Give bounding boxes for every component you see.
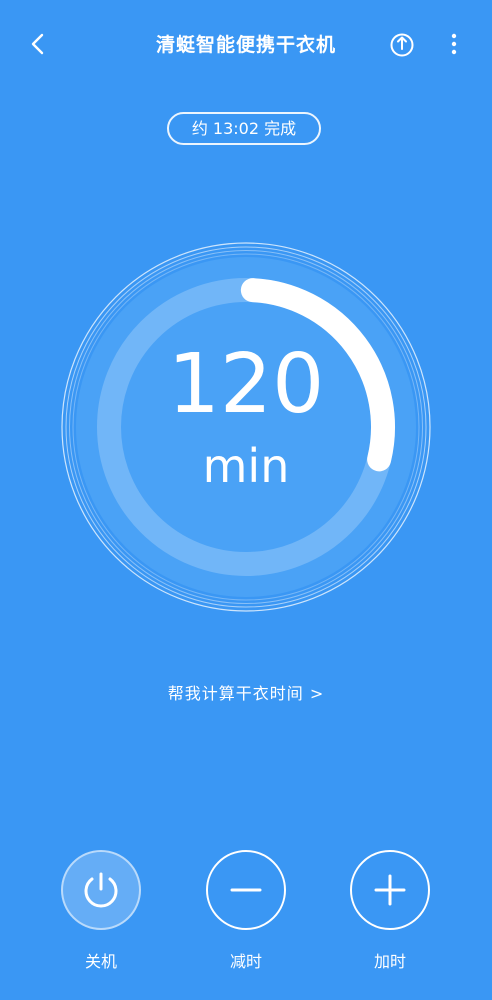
time-remaining-value: 120 xyxy=(167,337,325,432)
calculate-drying-time-link[interactable]: 帮我计算干衣时间 > xyxy=(0,680,492,704)
more-button[interactable] xyxy=(440,30,468,58)
share-button[interactable] xyxy=(388,30,416,58)
increase-time-button[interactable] xyxy=(350,850,430,930)
page-title: 清蜓智能便携干衣机 xyxy=(155,34,336,56)
power-icon xyxy=(84,872,118,908)
eta-badge: 约 13:02 完成 xyxy=(167,112,321,145)
plus-icon xyxy=(374,874,406,906)
power-off-label: 关机 xyxy=(84,952,117,971)
decrease-time-label: 减时 xyxy=(229,952,262,971)
minus-icon xyxy=(230,888,262,892)
decrease-time-button[interactable] xyxy=(206,850,286,930)
more-vertical-icon xyxy=(451,33,457,55)
power-off-button[interactable] xyxy=(61,850,141,930)
time-remaining-unit: min xyxy=(202,439,290,493)
increase-time-label: 加时 xyxy=(373,952,406,971)
share-icon xyxy=(390,33,414,57)
app-header: 清蜓智能便携干衣机 xyxy=(0,0,492,90)
